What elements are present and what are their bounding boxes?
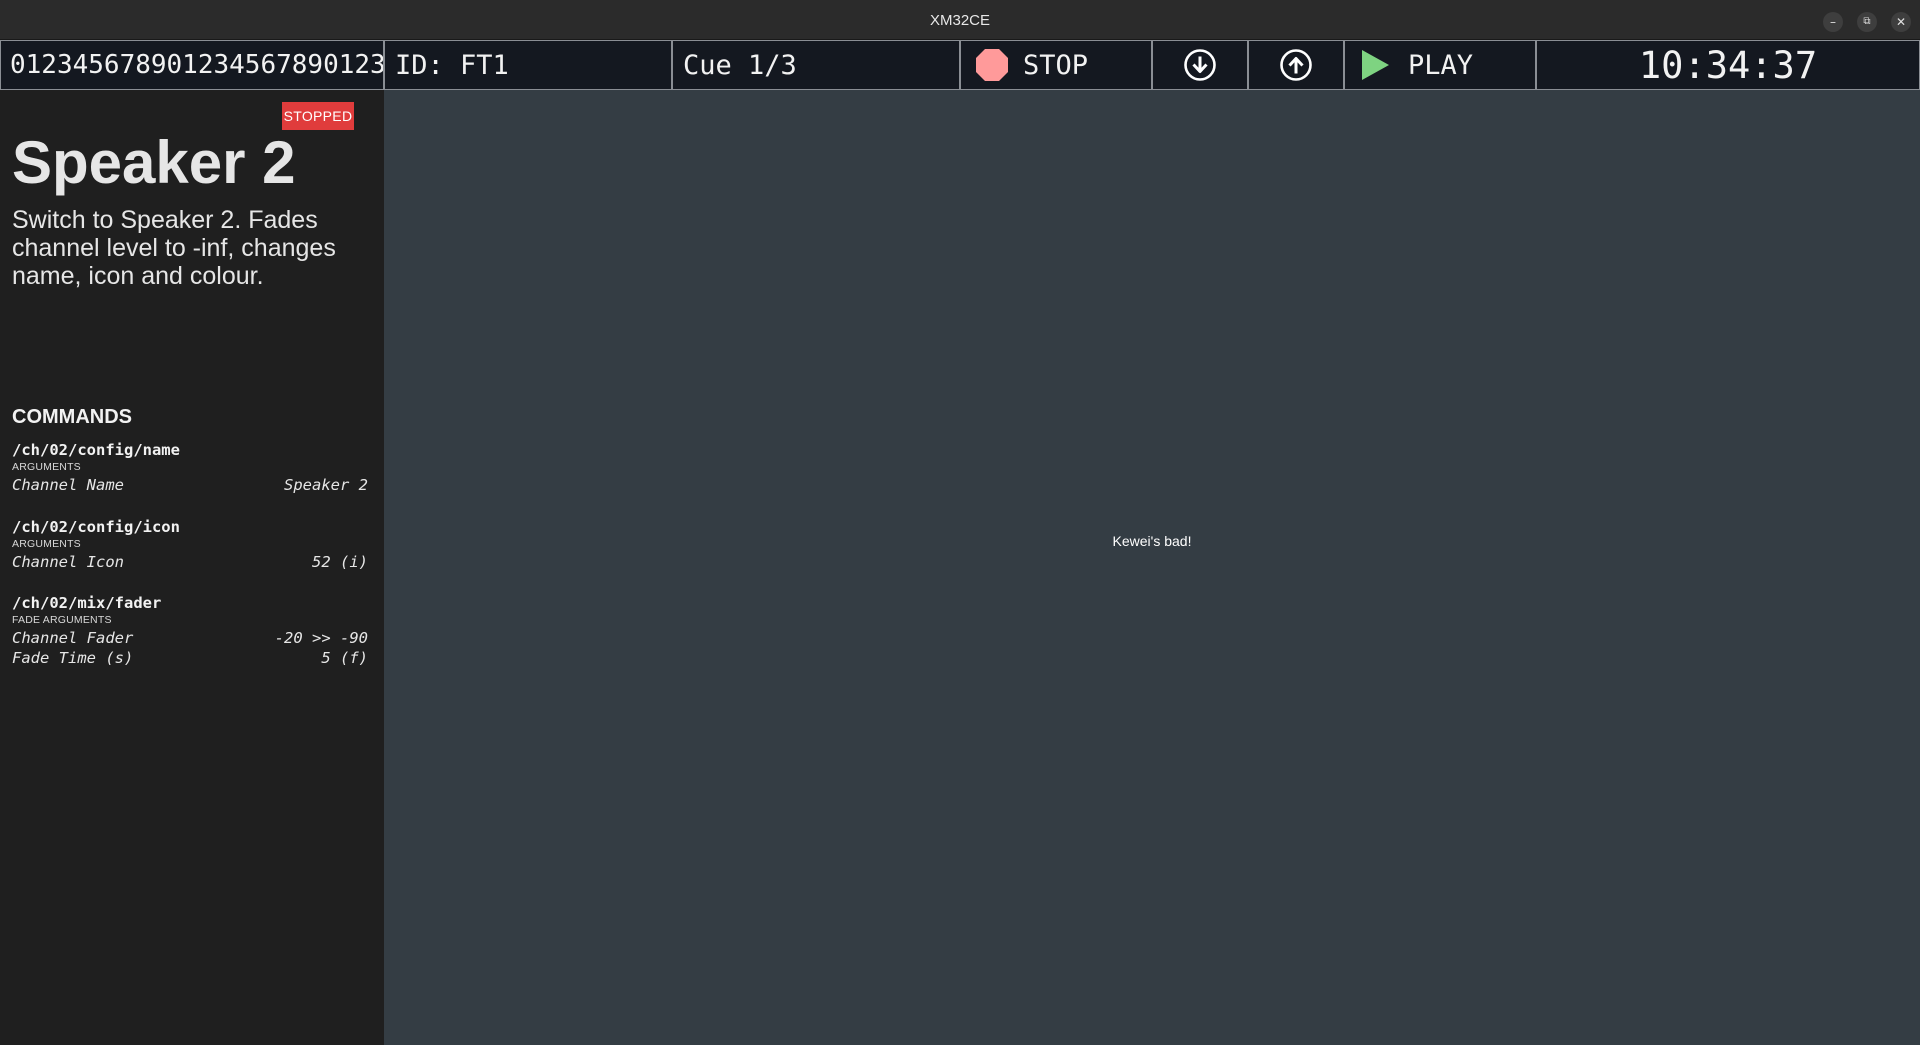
command-args-label: ARGUMENTS xyxy=(12,538,81,550)
arg-name: Channel Name xyxy=(12,476,124,494)
command-arg-row: Channel Icon 52 (i) xyxy=(12,552,368,572)
command-args-label: ARGUMENTS xyxy=(12,461,81,473)
arg-value: 5 (f) xyxy=(321,649,368,667)
command-arg-row: Channel Fader -20 >> -90 xyxy=(12,628,368,648)
play-button-label: PLAY xyxy=(1408,49,1474,81)
cue-id-display: ID: FT1 xyxy=(384,40,672,90)
commands-heading: COMMANDS xyxy=(12,406,132,428)
status-badge: STOPPED xyxy=(282,102,354,130)
arg-value: -20 >> -90 xyxy=(274,629,368,647)
show-id-string: 0123456789012345678901234 xyxy=(0,40,384,90)
stop-octagon-icon xyxy=(976,49,1008,81)
main-content-area: Kewei's bad! xyxy=(384,90,1920,1045)
window-titlebar: XM32CE – ⧉ ✕ xyxy=(0,0,1920,40)
toolbar: 0123456789012345678901234 ID: FT1 Cue 1/… xyxy=(0,40,1920,90)
next-cue-button[interactable] xyxy=(1152,40,1248,90)
arrow-up-circle-icon xyxy=(1280,49,1312,81)
cue-detail-sidebar: STOPPED Speaker 2 Switch to Speaker 2. F… xyxy=(0,90,384,1045)
command-arg-row: Fade Time (s) 5 (f) xyxy=(12,648,368,668)
close-icon[interactable]: ✕ xyxy=(1891,12,1911,32)
stop-button-label: STOP xyxy=(1023,49,1089,81)
main-message: Kewei's bad! xyxy=(1112,533,1192,549)
command-path: /ch/02/config/name xyxy=(12,441,180,459)
arg-value: 52 (i) xyxy=(312,553,368,571)
command-path: /ch/02/config/icon xyxy=(12,518,180,536)
arg-name: Fade Time (s) xyxy=(12,649,134,667)
arrow-down-circle-icon xyxy=(1184,49,1216,81)
command-item: /ch/02/mix/fader FADE ARGUMENTS Channel … xyxy=(12,593,368,668)
arg-value: Speaker 2 xyxy=(284,476,368,494)
cue-name: Speaker 2 xyxy=(12,129,296,196)
arg-name: Channel Icon xyxy=(12,553,124,571)
clock-display: 10:34:37 xyxy=(1536,40,1920,90)
command-item: /ch/02/config/icon ARGUMENTS Channel Ico… xyxy=(12,517,368,572)
play-icon xyxy=(1362,50,1389,80)
stop-button[interactable]: STOP xyxy=(960,40,1152,90)
arg-name: Channel Fader xyxy=(12,629,134,647)
command-item: /ch/02/config/name ARGUMENTS Channel Nam… xyxy=(12,440,368,495)
cue-description: Switch to Speaker 2. Fades channel level… xyxy=(12,206,336,290)
cue-position-display: Cue 1/3 xyxy=(672,40,960,90)
play-button[interactable]: PLAY xyxy=(1344,40,1536,90)
previous-cue-button[interactable] xyxy=(1248,40,1344,90)
command-path: /ch/02/mix/fader xyxy=(12,594,162,612)
restore-icon[interactable]: ⧉ xyxy=(1857,12,1877,32)
command-args-label: FADE ARGUMENTS xyxy=(12,614,112,626)
minimize-icon[interactable]: – xyxy=(1823,12,1843,32)
command-arg-row: Channel Name Speaker 2 xyxy=(12,475,368,495)
window-title: XM32CE xyxy=(929,12,991,29)
